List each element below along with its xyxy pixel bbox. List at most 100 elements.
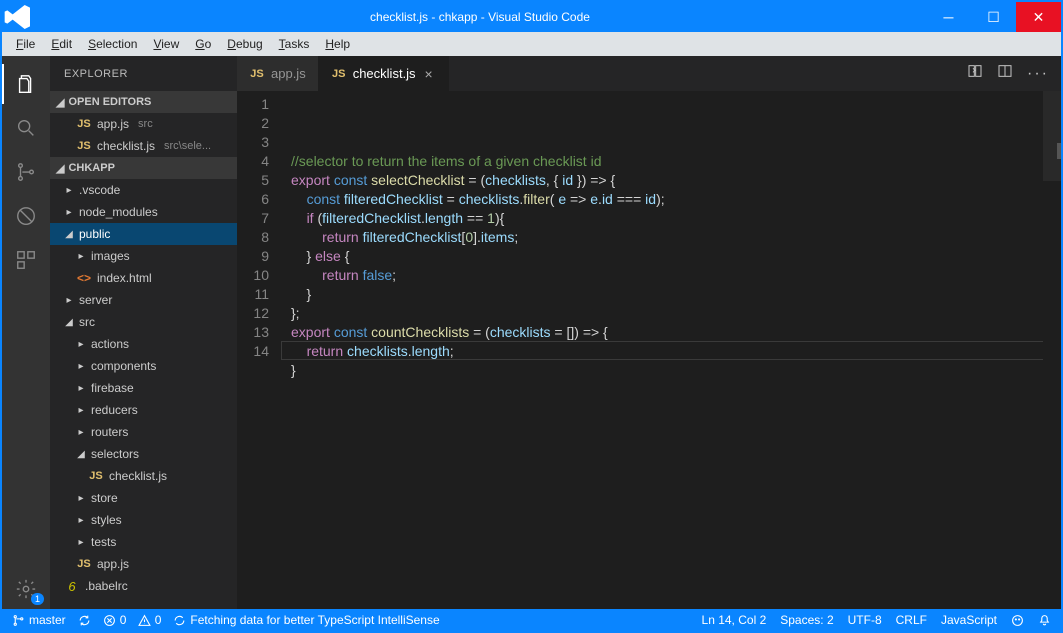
tree-file[interactable]: JSapp.js [50, 553, 237, 575]
tree-folder[interactable]: ▸node_modules [50, 201, 237, 223]
minimap-thumb[interactable] [1043, 91, 1061, 181]
tree-folder[interactable]: ▸reducers [50, 399, 237, 421]
code-line[interactable]: } [291, 285, 1061, 304]
tree-folder[interactable]: ▸firebase [50, 377, 237, 399]
code-line[interactable]: const filteredChecklist = checklists.fil… [291, 190, 1061, 209]
minimap[interactable] [1043, 91, 1061, 609]
status-sync-icon[interactable] [78, 614, 91, 627]
editor-tab[interactable]: JSchecklist.js× [319, 56, 449, 91]
tree-folder[interactable]: ◢selectors [50, 443, 237, 465]
code-line[interactable]: } [291, 361, 1061, 380]
menu-file[interactable]: File [8, 35, 43, 53]
minimize-button[interactable]: ─ [926, 2, 971, 32]
tree-folder[interactable]: ▸ actions [50, 333, 237, 355]
tree-file[interactable]: 6.babelrc [50, 575, 237, 597]
menu-view[interactable]: View [145, 35, 187, 53]
open-editor-item[interactable]: JSchecklist.jssrc\sele... [50, 135, 237, 157]
open-editor-item[interactable]: JSapp.jssrc [50, 113, 237, 135]
search-icon[interactable] [2, 108, 50, 148]
folder-name: selectors [91, 447, 139, 461]
explorer-icon[interactable] [2, 64, 50, 104]
status-git-branch[interactable]: master [12, 613, 66, 627]
folder-name: public [79, 227, 110, 241]
editor-tab[interactable]: JS app.js [237, 56, 319, 91]
menu-help[interactable]: Help [317, 35, 358, 53]
tree-file[interactable]: JSchecklist.js [50, 465, 237, 487]
code-line[interactable]: return filteredChecklist[0].items; [291, 228, 1061, 247]
tabstrip: JS app.jsJS checklist.js × ··· [237, 56, 1061, 91]
menu-selection[interactable]: Selection [80, 35, 145, 53]
settings-gear-icon[interactable]: 1 [2, 569, 50, 609]
code-line[interactable]: return false; [291, 266, 1061, 285]
status-problems[interactable]: 0 0 [103, 613, 162, 627]
menubar: File Edit Selection View Go Debug Tasks … [2, 32, 1061, 56]
code-line[interactable]: //selector to return the items of a give… [291, 152, 1061, 171]
code-line[interactable]: if (filteredChecklist.length == 1){ [291, 209, 1061, 228]
tree-folder[interactable]: ◢src [50, 311, 237, 333]
git-icon[interactable] [2, 152, 50, 192]
status-bell-icon[interactable] [1038, 614, 1051, 627]
tree-folder[interactable]: ▸store [50, 487, 237, 509]
open-editors-header[interactable]: ◢ OPEN EDITORS [50, 91, 237, 113]
editor: JS app.jsJS checklist.js × ··· 123456789101… [237, 56, 1061, 609]
html-file-icon: <> [76, 271, 92, 285]
status-cursor-position[interactable]: Ln 14, Col 2 [702, 613, 767, 627]
status-encoding[interactable]: UTF-8 [848, 613, 882, 627]
menu-edit[interactable]: Edit [43, 35, 80, 53]
project-header[interactable]: ◢ CHKAPP [50, 157, 237, 179]
tree-folder[interactable]: ▸.vscode [50, 179, 237, 201]
tree-folder[interactable]: ▸ routers [50, 421, 237, 443]
close-button[interactable]: ✕ [1016, 2, 1061, 32]
tree-folder[interactable]: ▸images [50, 245, 237, 267]
tab-label: checklist.js [353, 66, 416, 81]
menu-tasks[interactable]: Tasks [271, 35, 318, 53]
compare-changes-icon[interactable] [967, 63, 983, 84]
chevron-right-icon: ▸ [64, 185, 74, 196]
chevron-right-icon: ▸ [76, 405, 86, 416]
folder-name: actions [91, 337, 129, 351]
status-eol[interactable]: CRLF [896, 613, 927, 627]
folder-name: routers [91, 425, 128, 439]
file-name: index.html [97, 271, 152, 285]
status-language[interactable]: JavaScript [941, 613, 997, 627]
activity-bar: 1 [2, 56, 50, 609]
tree-folder[interactable]: ▸ server [50, 289, 237, 311]
tab-close-icon[interactable]: × [422, 66, 436, 82]
chevron-right-icon: ▸ [76, 537, 86, 548]
code-content[interactable]: //selector to return the items of a give… [281, 91, 1061, 609]
debug-icon[interactable] [2, 196, 50, 236]
tree-folder[interactable]: ◢public [50, 223, 237, 245]
code-line[interactable]: } else { [291, 247, 1061, 266]
status-task-message[interactable]: Fetching data for better TypeScript Inte… [173, 613, 439, 627]
js-file-icon: JS [249, 68, 265, 80]
code-line[interactable]: export const selectChecklist = (checklis… [291, 171, 1061, 190]
tree-folder[interactable]: ▸components [50, 355, 237, 377]
menu-debug[interactable]: Debug [219, 35, 270, 53]
js-file-icon: JS [76, 558, 92, 570]
code-editor[interactable]: 1234567891011121314 //selector to return… [237, 91, 1061, 609]
chevron-right-icon: ▸ [76, 427, 86, 438]
folder-name: components [91, 359, 156, 373]
tree-folder[interactable]: ▸tests [50, 531, 237, 553]
folder-name: src [79, 315, 95, 329]
status-indentation[interactable]: Spaces: 2 [780, 613, 833, 627]
chevron-right-icon: ▸ [64, 295, 74, 306]
window-title: checklist.js - chkapp - Visual Studio Co… [34, 2, 926, 32]
maximize-button[interactable]: ☐ [971, 2, 1016, 32]
more-actions-icon[interactable]: ··· [1027, 65, 1049, 83]
split-editor-icon[interactable] [997, 63, 1013, 84]
folder-name: server [79, 293, 112, 307]
extensions-icon[interactable] [2, 240, 50, 280]
folder-name: store [91, 491, 118, 505]
status-feedback-icon[interactable] [1011, 614, 1024, 627]
tree-file[interactable]: <> index.html [50, 267, 237, 289]
overview-ruler-mark [1057, 143, 1061, 159]
chevron-right-icon: ▸ [76, 339, 86, 350]
code-line[interactable]: export const countChecklists = (checklis… [291, 323, 1061, 342]
code-line[interactable]: }; [291, 304, 1061, 323]
file-name: checklist.js [109, 469, 167, 483]
menu-go[interactable]: Go [187, 35, 219, 53]
tab-label: app.js [271, 66, 306, 81]
section-label: OPEN EDITORS [68, 96, 151, 108]
tree-folder[interactable]: ▸styles [50, 509, 237, 531]
